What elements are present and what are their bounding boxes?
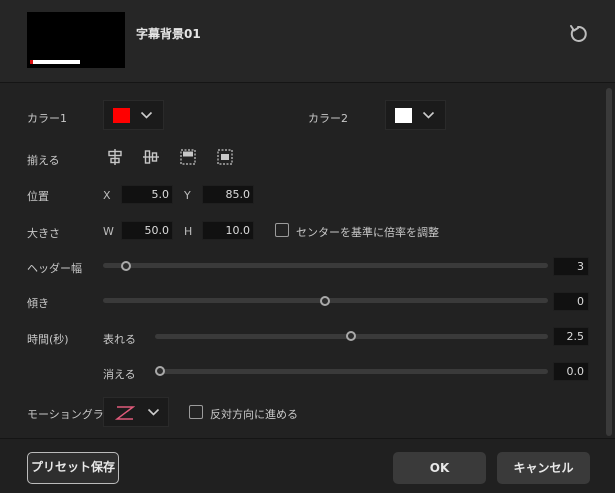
preview-accent-mark bbox=[30, 60, 33, 64]
position-y-input[interactable]: 85.0 bbox=[202, 185, 254, 204]
align-top-icon[interactable] bbox=[179, 148, 197, 166]
position-label: 位置 bbox=[27, 190, 49, 203]
disappear-label: 消える bbox=[103, 368, 136, 381]
chevron-down-icon bbox=[422, 111, 435, 119]
color2-label: カラー2 bbox=[308, 112, 348, 125]
disappear-slider-track[interactable] bbox=[155, 369, 548, 374]
appear-label: 表れる bbox=[103, 333, 136, 346]
tilt-slider-handle[interactable] bbox=[320, 296, 330, 306]
scrollbar[interactable] bbox=[606, 88, 612, 436]
position-x-label: X bbox=[103, 189, 111, 202]
appear-slider-handle[interactable] bbox=[346, 331, 356, 341]
preview-subtitle-bar bbox=[32, 60, 80, 64]
size-h-input[interactable]: 10.0 bbox=[202, 221, 254, 240]
motion-graph-label: モーショングラフ bbox=[27, 408, 115, 421]
header-width-value[interactable]: 3 bbox=[553, 257, 589, 276]
align-center-horizontal-icon[interactable] bbox=[106, 148, 124, 166]
color1-picker[interactable] bbox=[103, 100, 164, 130]
center-scale-checkbox[interactable] bbox=[275, 223, 289, 237]
disappear-value[interactable]: 0.0 bbox=[553, 362, 589, 381]
motion-curve-icon bbox=[115, 406, 135, 420]
size-w-label: W bbox=[103, 225, 114, 238]
header-width-slider-track[interactable] bbox=[103, 263, 548, 268]
center-scale-label: センターを基準に倍率を調整 bbox=[296, 226, 439, 239]
position-x-input[interactable]: 5.0 bbox=[121, 185, 173, 204]
align-middle-icon[interactable] bbox=[216, 148, 234, 166]
motion-graph-dropdown[interactable] bbox=[103, 397, 169, 427]
disappear-slider-handle[interactable] bbox=[155, 366, 165, 376]
reverse-direction-checkbox[interactable] bbox=[189, 405, 203, 419]
position-y-label: Y bbox=[184, 189, 191, 202]
page-title: 字幕背景01 bbox=[136, 27, 201, 41]
appear-value[interactable]: 2.5 bbox=[553, 327, 589, 346]
cancel-button[interactable]: キャンセル bbox=[497, 452, 590, 484]
reset-icon[interactable] bbox=[568, 24, 588, 44]
header-panel: 字幕背景01 bbox=[0, 0, 615, 83]
chevron-down-icon bbox=[140, 111, 153, 119]
preview-thumbnail bbox=[27, 12, 125, 68]
header-width-slider-handle[interactable] bbox=[121, 261, 131, 271]
chevron-down-icon bbox=[147, 408, 160, 416]
header-width-label: ヘッダー幅 bbox=[27, 262, 82, 275]
size-w-input[interactable]: 50.0 bbox=[121, 221, 173, 240]
preset-save-button[interactable]: プリセット保存 bbox=[27, 452, 119, 484]
tilt-label: 傾き bbox=[27, 297, 49, 310]
align-center-vertical-icon[interactable] bbox=[142, 148, 160, 166]
color1-label: カラー1 bbox=[27, 112, 67, 125]
color1-swatch bbox=[113, 108, 130, 123]
tilt-value[interactable]: 0 bbox=[553, 292, 589, 311]
time-label: 時間(秒) bbox=[27, 333, 69, 346]
size-label: 大きさ bbox=[27, 227, 60, 240]
reverse-direction-label: 反対方向に進める bbox=[210, 408, 298, 421]
color2-picker[interactable] bbox=[385, 100, 446, 130]
align-label: 揃える bbox=[27, 154, 60, 167]
size-h-label: H bbox=[184, 225, 193, 238]
ok-button[interactable]: OK bbox=[393, 452, 486, 484]
color2-swatch bbox=[395, 108, 412, 123]
